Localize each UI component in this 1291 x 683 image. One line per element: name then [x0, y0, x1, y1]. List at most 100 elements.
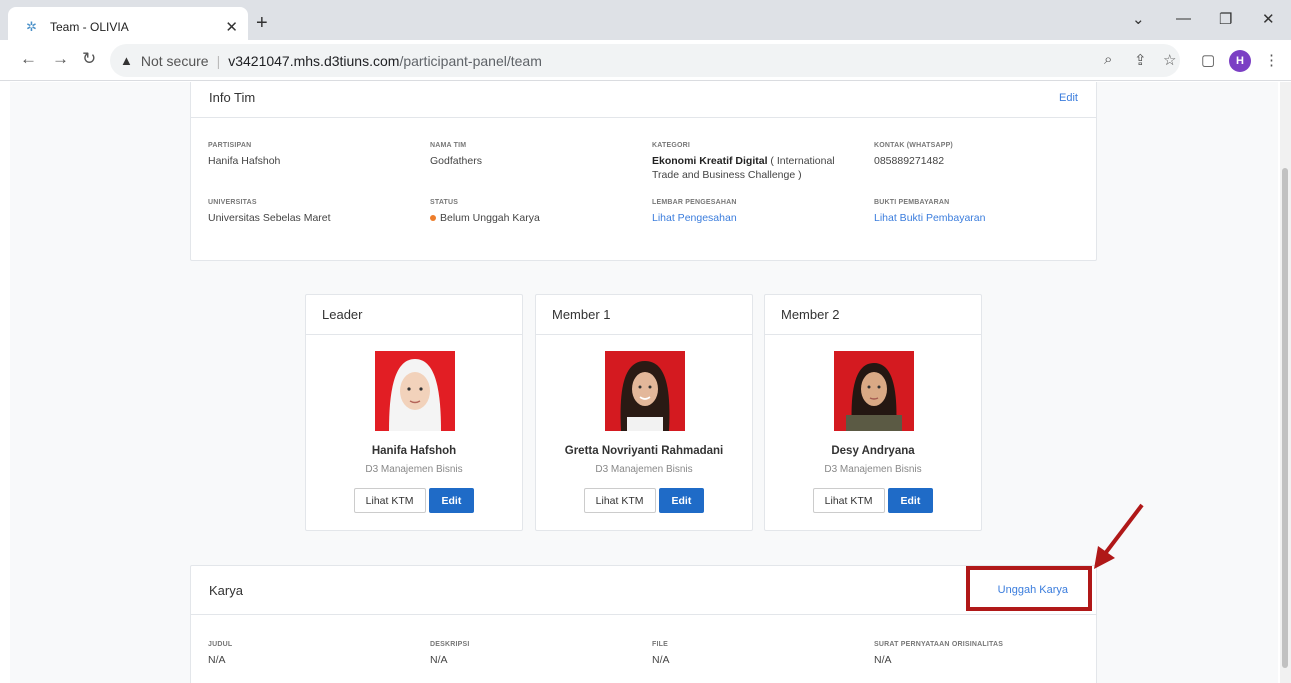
lihat-bukti-pembayaran-link[interactable]: Lihat Bukti Pembayaran	[874, 212, 985, 224]
not-secure-label[interactable]: Not secure	[141, 53, 209, 69]
lihat-ktm-button[interactable]: Lihat KTM	[353, 488, 426, 513]
edit-member-button[interactable]: Edit	[887, 488, 934, 513]
field-lembar-pengesahan: LEMBAR PENGESAHAN Lihat Pengesahan	[652, 199, 852, 225]
kategori-main: Ekonomi Kreatif Digital	[652, 155, 768, 167]
site-favicon-icon: ✲	[26, 18, 37, 34]
field-partisipan: PARTISIPAN Hanifa Hafshoh	[208, 142, 408, 168]
member-program: D3 Manajemen Bisnis	[824, 464, 922, 475]
profile-avatar[interactable]: H	[1229, 50, 1251, 72]
file-value: N/A	[652, 654, 670, 666]
partisipan-value: Hanifa Hafshoh	[208, 155, 281, 167]
member-card-header: Member 2	[765, 295, 981, 335]
close-window-icon[interactable]: ✕	[1262, 10, 1275, 28]
edit-member-button[interactable]: Edit	[658, 488, 705, 513]
deskripsi-label: DESKRIPSI	[430, 641, 470, 648]
forward-icon[interactable]: →	[52, 49, 69, 69]
member-role: Leader	[322, 307, 363, 322]
status-text: Belum Unggah Karya	[440, 212, 540, 224]
info-tim-title: Info Tim	[209, 90, 256, 105]
field-kategori: KATEGORI Ekonomi Kreatif Digital ( Inter…	[652, 142, 842, 182]
info-tim-card: Info Tim Edit PARTISIPAN Hanifa Hafshoh …	[190, 82, 1097, 261]
new-tab-icon[interactable]: +	[256, 12, 268, 35]
info-tim-edit-link[interactable]: Edit	[1059, 92, 1078, 104]
karya-header: Karya Unggah Karya	[191, 566, 1096, 615]
deskripsi-value: N/A	[430, 654, 448, 666]
field-kontak: KONTAK (WHATSAPP) 085889271482	[874, 142, 1074, 168]
field-judul: JUDUL N/A	[208, 641, 408, 667]
lihat-ktm-button[interactable]: Lihat KTM	[583, 488, 656, 513]
nama-tim-label: NAMA TIM	[430, 142, 467, 149]
back-icon[interactable]: ←	[20, 49, 37, 69]
member-name: Desy Andryana	[831, 445, 915, 457]
reload-icon[interactable]: ↻	[82, 49, 96, 69]
info-tim-header: Info Tim Edit	[191, 82, 1096, 118]
kategori-value: Ekonomi Kreatif Digital ( International …	[652, 154, 842, 182]
status-value: Belum Unggah Karya	[430, 211, 630, 225]
field-surat-pernyataan: SURAT PERNYATAAN ORISINALITAS N/A	[874, 641, 1084, 667]
member-card-member-2: Member 2 Desy Andryana D3 Manajemen Bisn…	[764, 294, 982, 531]
annotation-highlight-box	[966, 566, 1092, 611]
universitas-value: Universitas Sebelas Maret	[208, 212, 331, 224]
menu-kebab-icon[interactable]: ⋮	[1264, 51, 1279, 69]
minimize-icon[interactable]: —	[1176, 10, 1191, 27]
page-scrollbar[interactable]	[1280, 82, 1291, 683]
kategori-label: KATEGORI	[652, 142, 691, 149]
zoom-icon[interactable]: ⌕	[1104, 51, 1112, 68]
scrollbar-thumb[interactable]	[1282, 168, 1288, 668]
field-universitas: UNIVERSITAS Universitas Sebelas Maret	[208, 199, 408, 225]
browser-toolbar: ← → ↻ ▲ Not secure | v3421047.mhs.d3tiun…	[0, 40, 1291, 81]
member-name: Hanifa Hafshoh	[371, 445, 457, 457]
status-label: STATUS	[430, 199, 459, 206]
member-program: D3 Manajemen Bisnis	[595, 464, 693, 475]
bookmark-star-icon[interactable]: ☆	[1163, 51, 1176, 69]
member-photo	[834, 351, 914, 431]
field-deskripsi: DESKRIPSI N/A	[430, 641, 630, 667]
karya-card: Karya Unggah Karya JUDUL N/A DESKRIPSI N…	[190, 565, 1097, 683]
address-separator: |	[216, 52, 221, 69]
kontak-label: KONTAK (WHATSAPP)	[874, 142, 953, 149]
field-nama-tim: NAMA TIM Godfathers	[430, 142, 630, 168]
url-host: v3421047.mhs.d3tiuns.com	[228, 52, 400, 69]
address-bar[interactable]: ▲ Not secure | v3421047.mhs.d3tiuns.com/…	[110, 44, 1180, 77]
restore-icon[interactable]: ❐	[1219, 10, 1232, 28]
kontak-value: 085889271482	[874, 155, 945, 167]
member-card-header: Leader	[306, 295, 522, 335]
karya-title: Karya	[209, 582, 243, 598]
member-name: Gretta Novriyanti Rahmadani	[564, 445, 724, 457]
member-card-header: Member 1	[536, 295, 752, 335]
status-dot-icon	[430, 215, 436, 222]
lihat-pengesahan-link[interactable]: Lihat Pengesahan	[652, 212, 737, 224]
share-icon[interactable]: ⇪	[1134, 51, 1147, 69]
field-bukti-pembayaran: BUKTI PEMBAYARAN Lihat Bukti Pembayaran	[874, 199, 1074, 225]
url-text[interactable]: v3421047.mhs.d3tiuns.com/participant-pan…	[228, 53, 542, 69]
close-tab-icon[interactable]: ✕	[225, 18, 238, 36]
side-panel-icon[interactable]: ▢	[1201, 51, 1215, 69]
member-card-member-1: Member 1 Gretta Novriyanti Rahmadani D3 …	[535, 294, 753, 531]
edit-member-button[interactable]: Edit	[428, 488, 475, 513]
member-role: Member 2	[781, 307, 840, 322]
member-photo	[375, 351, 455, 431]
partisipan-label: PARTISIPAN	[208, 142, 252, 149]
lembar-label: LEMBAR PENGESAHAN	[652, 199, 737, 206]
universitas-label: UNIVERSITAS	[208, 199, 257, 206]
annotation-arrow-icon	[1094, 503, 1144, 569]
file-label: FILE	[652, 641, 668, 648]
member-program: D3 Manajemen Bisnis	[365, 464, 463, 475]
surat-label: SURAT PERNYATAAN ORISINALITAS	[874, 641, 1004, 648]
field-file: FILE N/A	[652, 641, 852, 667]
warning-icon[interactable]: ▲	[120, 53, 133, 68]
judul-label: JUDUL	[208, 641, 233, 648]
page-content: Info Tim Edit PARTISIPAN Hanifa Hafshoh …	[10, 82, 1278, 683]
tab-search-icon[interactable]: ⌄	[1132, 10, 1145, 28]
member-card-leader: Leader Hanifa Hafshoh D3 Manajemen Bisni…	[305, 294, 523, 531]
member-photo	[605, 351, 685, 431]
tab-title: Team - OLIVIA	[50, 19, 129, 34]
surat-value: N/A	[874, 654, 892, 666]
lihat-ktm-button[interactable]: Lihat KTM	[812, 488, 885, 513]
url-path: /participant-panel/team	[399, 52, 542, 69]
nama-tim-value: Godfathers	[430, 155, 482, 167]
member-role: Member 1	[552, 307, 611, 322]
field-status: STATUS Belum Unggah Karya	[430, 199, 630, 225]
bukti-label: BUKTI PEMBAYARAN	[874, 199, 950, 206]
judul-value: N/A	[208, 654, 226, 666]
